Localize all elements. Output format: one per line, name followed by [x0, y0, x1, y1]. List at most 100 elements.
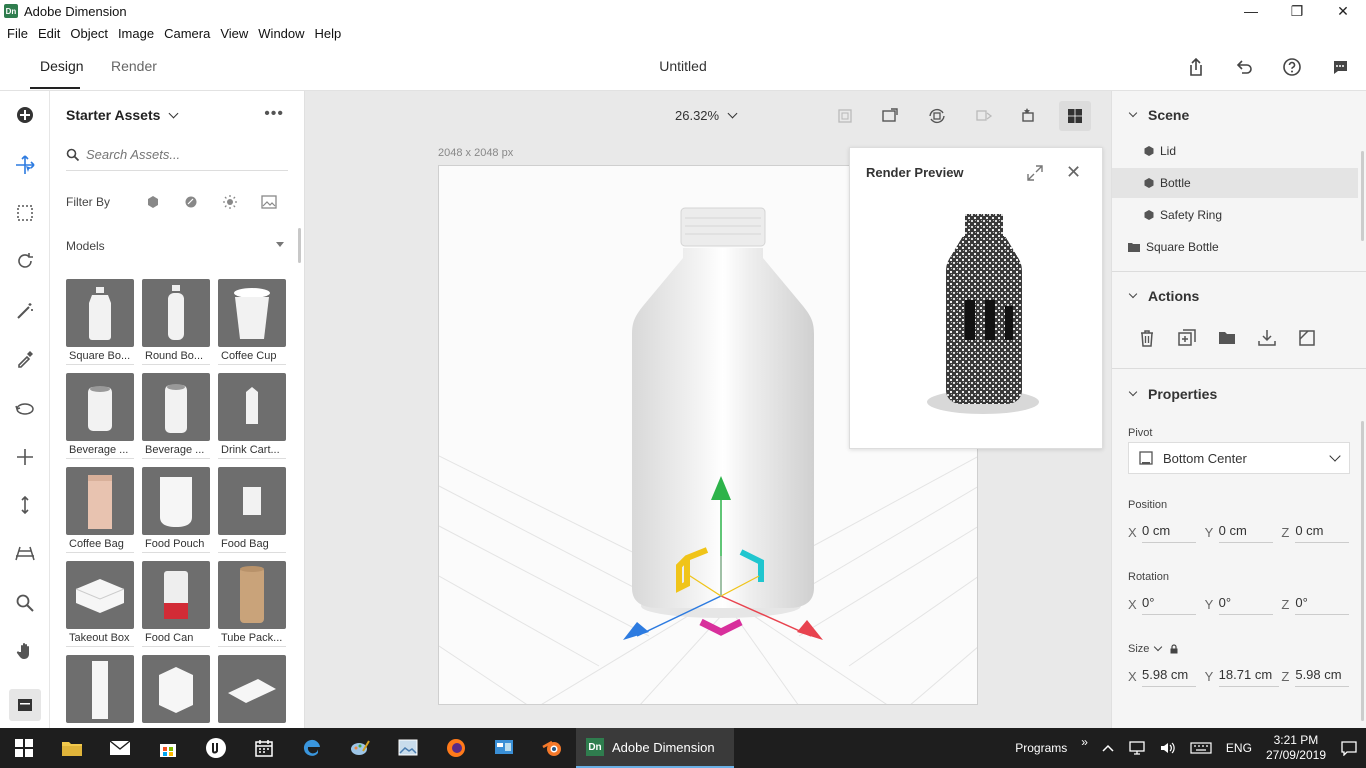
drop-to-ground-action-icon[interactable]	[1256, 327, 1278, 349]
system-clock[interactable]: 3:21 PM 27/09/2019	[1266, 733, 1326, 763]
minimize-button[interactable]: —	[1228, 0, 1274, 22]
asset-card[interactable]: Food Bag	[218, 467, 286, 553]
asset-card[interactable]: Round Bo...	[142, 279, 210, 365]
asset-card[interactable]: Takeout Box	[66, 561, 134, 647]
frame-icon[interactable]	[829, 101, 861, 131]
menu-help[interactable]: Help	[310, 26, 347, 41]
menu-window[interactable]: Window	[253, 26, 309, 41]
assets-library-dropdown[interactable]: Starter Assets	[66, 107, 179, 123]
mail-icon[interactable]	[96, 728, 144, 768]
menu-file[interactable]: File	[2, 26, 33, 41]
rotate-tool-icon[interactable]	[9, 393, 41, 425]
asset-card[interactable]: Tube Pack...	[218, 561, 286, 647]
maximize-button[interactable]: ❐	[1274, 0, 1320, 22]
firefox-icon[interactable]	[432, 728, 480, 768]
materials-filter-icon[interactable]	[172, 195, 211, 209]
keyboard-icon[interactable]	[1190, 742, 1212, 754]
programs-expand-icon[interactable]: »	[1081, 735, 1088, 749]
bottle-model[interactable]	[632, 207, 814, 608]
asset-card[interactable]: Beverage ...	[142, 373, 210, 459]
render-preview-active-icon[interactable]	[1059, 101, 1091, 131]
undo-icon[interactable]	[1228, 54, 1260, 80]
asset-card[interactable]: Drink Cart...	[218, 373, 286, 459]
close-icon[interactable]: ✕	[1066, 162, 1081, 183]
chevron-down-icon[interactable]	[1154, 642, 1163, 652]
asset-card[interactable]: Square Bo...	[66, 279, 134, 365]
scale-tool-icon[interactable]	[9, 489, 41, 521]
edge-browser-icon[interactable]	[288, 728, 336, 768]
add-icon[interactable]	[9, 99, 41, 131]
search-input[interactable]	[86, 147, 276, 162]
zoom-dropdown[interactable]: 26.32%	[675, 108, 738, 123]
select-tool-icon[interactable]	[9, 149, 41, 181]
asset-card[interactable]	[218, 655, 286, 724]
expand-icon[interactable]	[1026, 164, 1044, 182]
scene-item-bottle[interactable]: Bottle	[1112, 168, 1358, 198]
position-z-field[interactable]: 0 cm	[1295, 521, 1350, 543]
size-x-field[interactable]: 5.98 cm	[1142, 665, 1196, 687]
menu-view[interactable]: View	[215, 26, 253, 41]
position-y-field[interactable]: 0 cm	[1218, 521, 1273, 543]
network-icon[interactable]	[1128, 741, 1146, 755]
photos-icon[interactable]	[384, 728, 432, 768]
position-x-field[interactable]: 0 cm	[1142, 521, 1196, 543]
lock-icon[interactable]	[1169, 644, 1179, 654]
properties-section-header[interactable]: Properties	[1128, 386, 1217, 402]
scene-section-header[interactable]: Scene	[1128, 107, 1189, 123]
zoom-tool-icon[interactable]	[9, 587, 41, 619]
camera-dolly-icon[interactable]	[9, 537, 41, 569]
asset-card[interactable]: Food Can	[142, 561, 210, 647]
show-hidden-icons-icon[interactable]	[1102, 744, 1114, 752]
menu-image[interactable]: Image	[113, 26, 159, 41]
size-y-field[interactable]: 18.71 cm	[1218, 665, 1279, 687]
menu-edit[interactable]: Edit	[33, 26, 65, 41]
properties-scrollbar[interactable]	[1361, 421, 1364, 721]
programs-toolbar[interactable]: Programs	[1015, 741, 1067, 755]
assets-scrollbar[interactable]	[298, 228, 301, 263]
asset-card[interactable]: Coffee Bag	[66, 467, 134, 553]
asset-card[interactable]	[66, 655, 134, 724]
store-icon[interactable]	[144, 728, 192, 768]
close-button[interactable]: ✕	[1320, 0, 1366, 22]
render-preview-toggle-icon[interactable]	[1013, 101, 1045, 131]
help-icon[interactable]	[1276, 54, 1308, 80]
rotation-x-field[interactable]: 0°	[1142, 593, 1196, 615]
language-indicator[interactable]: ENG	[1226, 741, 1252, 755]
align-icon[interactable]	[1296, 327, 1318, 349]
windows-start-icon[interactable]	[0, 728, 48, 768]
rotation-z-field[interactable]: 0°	[1295, 593, 1350, 615]
orbit-tool-icon[interactable]	[9, 245, 41, 277]
lights-filter-icon[interactable]	[211, 194, 250, 210]
drop-to-ground-icon[interactable]	[967, 101, 999, 131]
menu-object[interactable]: Object	[65, 26, 113, 41]
scene-item-lid[interactable]: Lid	[1112, 136, 1358, 166]
scene-scrollbar[interactable]	[1361, 151, 1364, 241]
menu-camera[interactable]: Camera	[159, 26, 215, 41]
models-filter-icon[interactable]	[134, 195, 173, 209]
size-z-field[interactable]: 5.98 cm	[1295, 665, 1350, 687]
calendar-icon[interactable]	[240, 728, 288, 768]
magic-wand-icon[interactable]	[9, 295, 41, 327]
eyedropper-icon[interactable]	[9, 343, 41, 375]
blender-icon[interactable]	[528, 728, 576, 768]
asset-card[interactable]: Food Pouch	[142, 467, 210, 553]
scene-item-safety-ring[interactable]: Safety Ring	[1112, 200, 1358, 230]
taskbar-adobe-dimension[interactable]: Dn Adobe Dimension	[576, 728, 734, 768]
feedback-icon[interactable]	[1324, 54, 1356, 80]
images-filter-icon[interactable]	[249, 195, 288, 209]
rotation-y-field[interactable]: 0°	[1218, 593, 1273, 615]
delete-icon[interactable]	[1136, 327, 1158, 349]
asset-card[interactable]	[142, 655, 210, 724]
fit-to-view-icon[interactable]	[875, 101, 907, 131]
paint-icon[interactable]	[336, 728, 384, 768]
asset-card[interactable]: Beverage ...	[66, 373, 134, 459]
file-explorer-icon[interactable]	[48, 728, 96, 768]
marquee-tool-icon[interactable]	[9, 197, 41, 229]
unreal-engine-icon[interactable]	[192, 728, 240, 768]
asset-card[interactable]: Coffee Cup	[218, 279, 286, 365]
pivot-select[interactable]: Bottom Center	[1128, 442, 1350, 474]
notifications-icon[interactable]	[1340, 740, 1358, 756]
control-panel-icon[interactable]	[480, 728, 528, 768]
panel-toggle-icon[interactable]	[9, 689, 41, 721]
group-folder-icon[interactable]	[1216, 327, 1238, 349]
